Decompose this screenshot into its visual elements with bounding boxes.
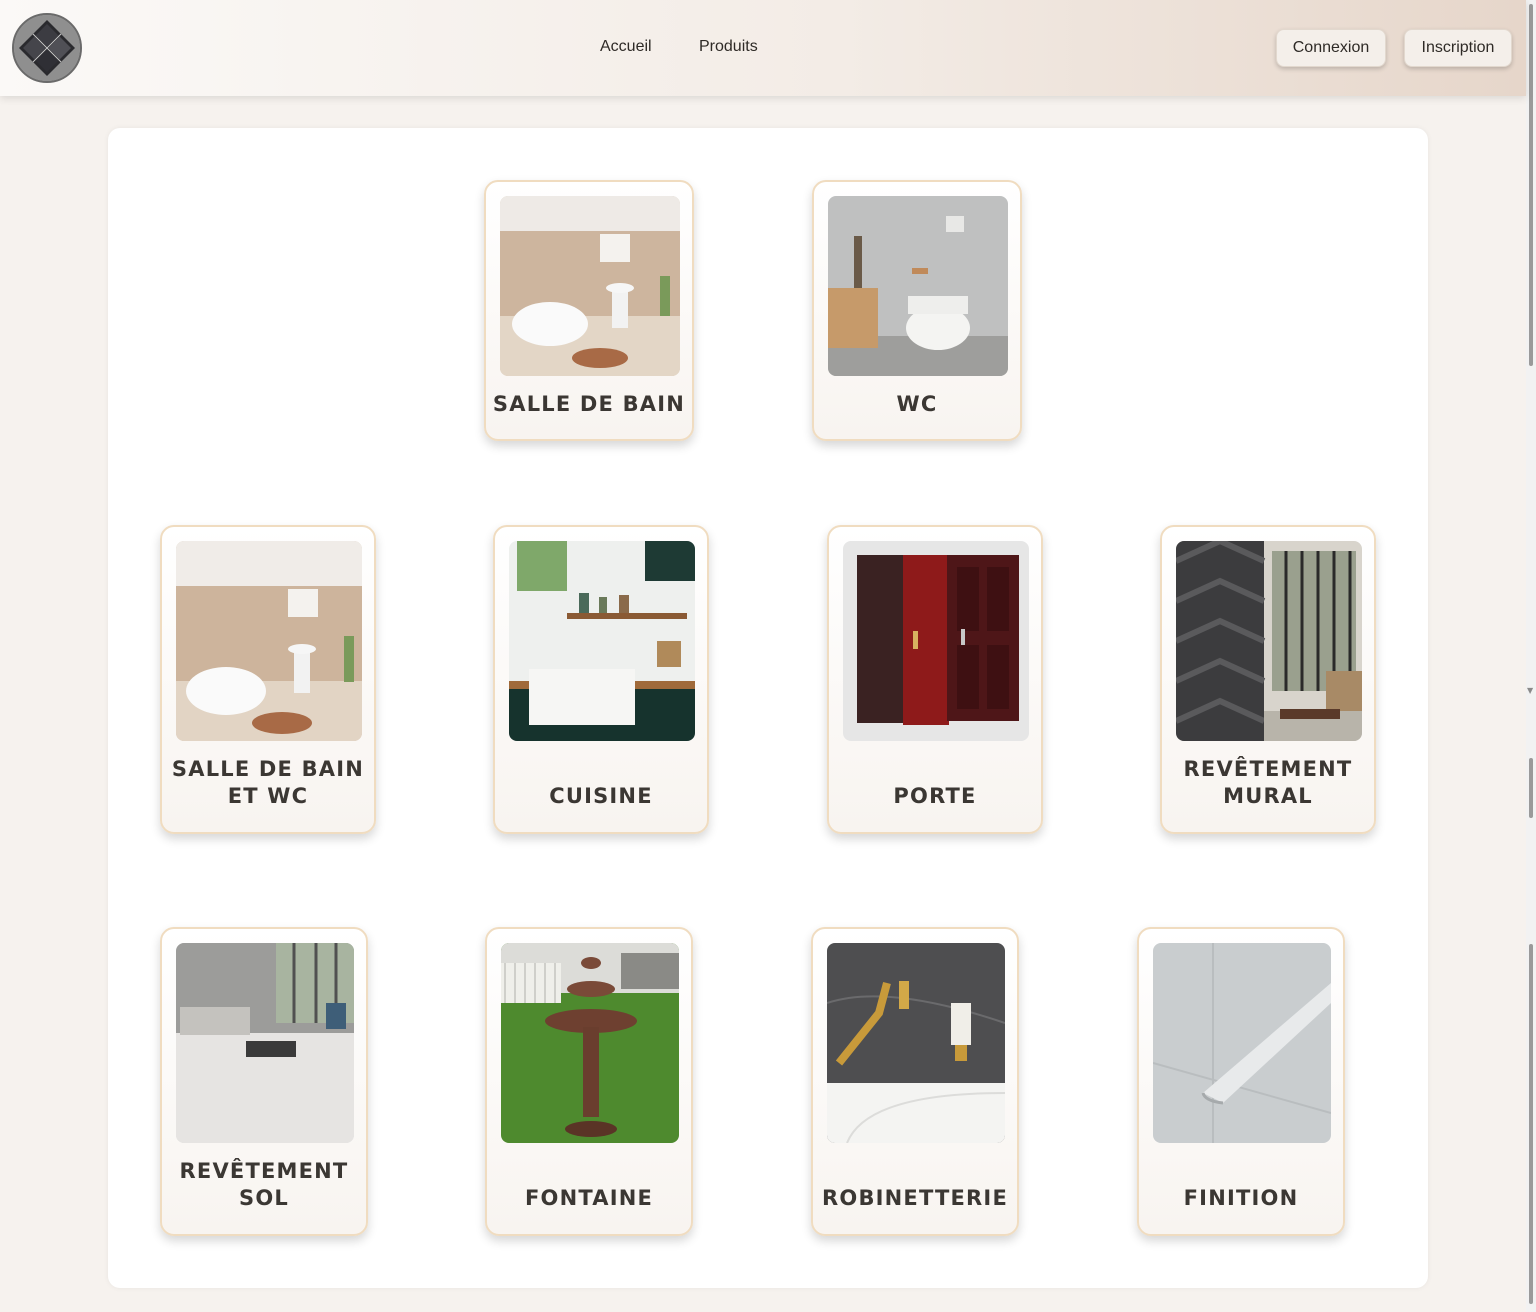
category-card-salle-de-bain-et-wc[interactable]: SALLE DE BAIN ET WC xyxy=(160,525,376,834)
category-card-fontaine[interactable]: FONTAINE xyxy=(485,927,693,1236)
category-label: FONTAINE xyxy=(524,1186,654,1210)
category-card-revetement-mural[interactable]: REVÊTEMENT MURAL xyxy=(1160,525,1376,834)
page-scrollbar[interactable]: ▼ xyxy=(1526,0,1536,1312)
category-label: REVÊTEMENT MURAL xyxy=(1183,757,1353,808)
wall-covering-photo xyxy=(1176,541,1362,741)
category-label: PORTE xyxy=(893,784,977,808)
nav-link-home[interactable]: Accueil xyxy=(600,38,652,56)
category-card-porte[interactable]: PORTE xyxy=(827,525,1043,834)
category-label: FINITION xyxy=(1183,1186,1299,1210)
toilet-photo xyxy=(828,196,1008,376)
category-card-robinetterie[interactable]: ROBINETTERIE xyxy=(811,927,1019,1236)
scroll-down-arrow-icon[interactable]: ▼ xyxy=(1527,686,1533,695)
bathroom-photo xyxy=(500,196,680,376)
category-card-cuisine[interactable]: CUISINE xyxy=(493,525,709,834)
category-label: REVÊTEMENT SOL xyxy=(179,1159,349,1210)
category-label: CUISINE xyxy=(549,784,653,808)
doors-photo xyxy=(843,541,1029,741)
category-label: ROBINETTERIE xyxy=(822,1186,1008,1210)
category-card-finition[interactable]: FINITION xyxy=(1137,927,1345,1236)
finishing-trim-photo xyxy=(1153,943,1331,1143)
floor-covering-photo xyxy=(176,943,354,1143)
faucets-photo xyxy=(827,943,1005,1143)
top-navbar: Accueil Produits Connexion Inscription xyxy=(0,0,1526,96)
category-label: SALLE DE BAIN xyxy=(492,392,686,416)
category-label: SALLE DE BAIN ET WC xyxy=(171,757,365,808)
category-label: WC xyxy=(896,392,938,416)
category-card-wc[interactable]: WC xyxy=(812,180,1022,441)
category-card-salle-de-bain[interactable]: SALLE DE BAIN xyxy=(484,180,694,441)
scrollbar-thumb[interactable] xyxy=(1529,944,1533,1304)
bathroom-wc-photo xyxy=(176,541,362,741)
login-button[interactable]: Connexion xyxy=(1276,29,1386,67)
categories-panel: SALLE DE BAIN WC SALLE DE BAIN ET WC CUI… xyxy=(108,128,1428,1288)
fountain-photo xyxy=(501,943,679,1143)
logo-icon[interactable] xyxy=(12,13,82,83)
signup-button[interactable]: Inscription xyxy=(1404,29,1512,67)
scrollbar-thumb[interactable] xyxy=(1529,4,1533,366)
nav-link-products[interactable]: Produits xyxy=(699,38,758,56)
scrollbar-thumb[interactable] xyxy=(1529,758,1533,818)
kitchen-photo xyxy=(509,541,695,741)
category-card-revetement-sol[interactable]: REVÊTEMENT SOL xyxy=(160,927,368,1236)
